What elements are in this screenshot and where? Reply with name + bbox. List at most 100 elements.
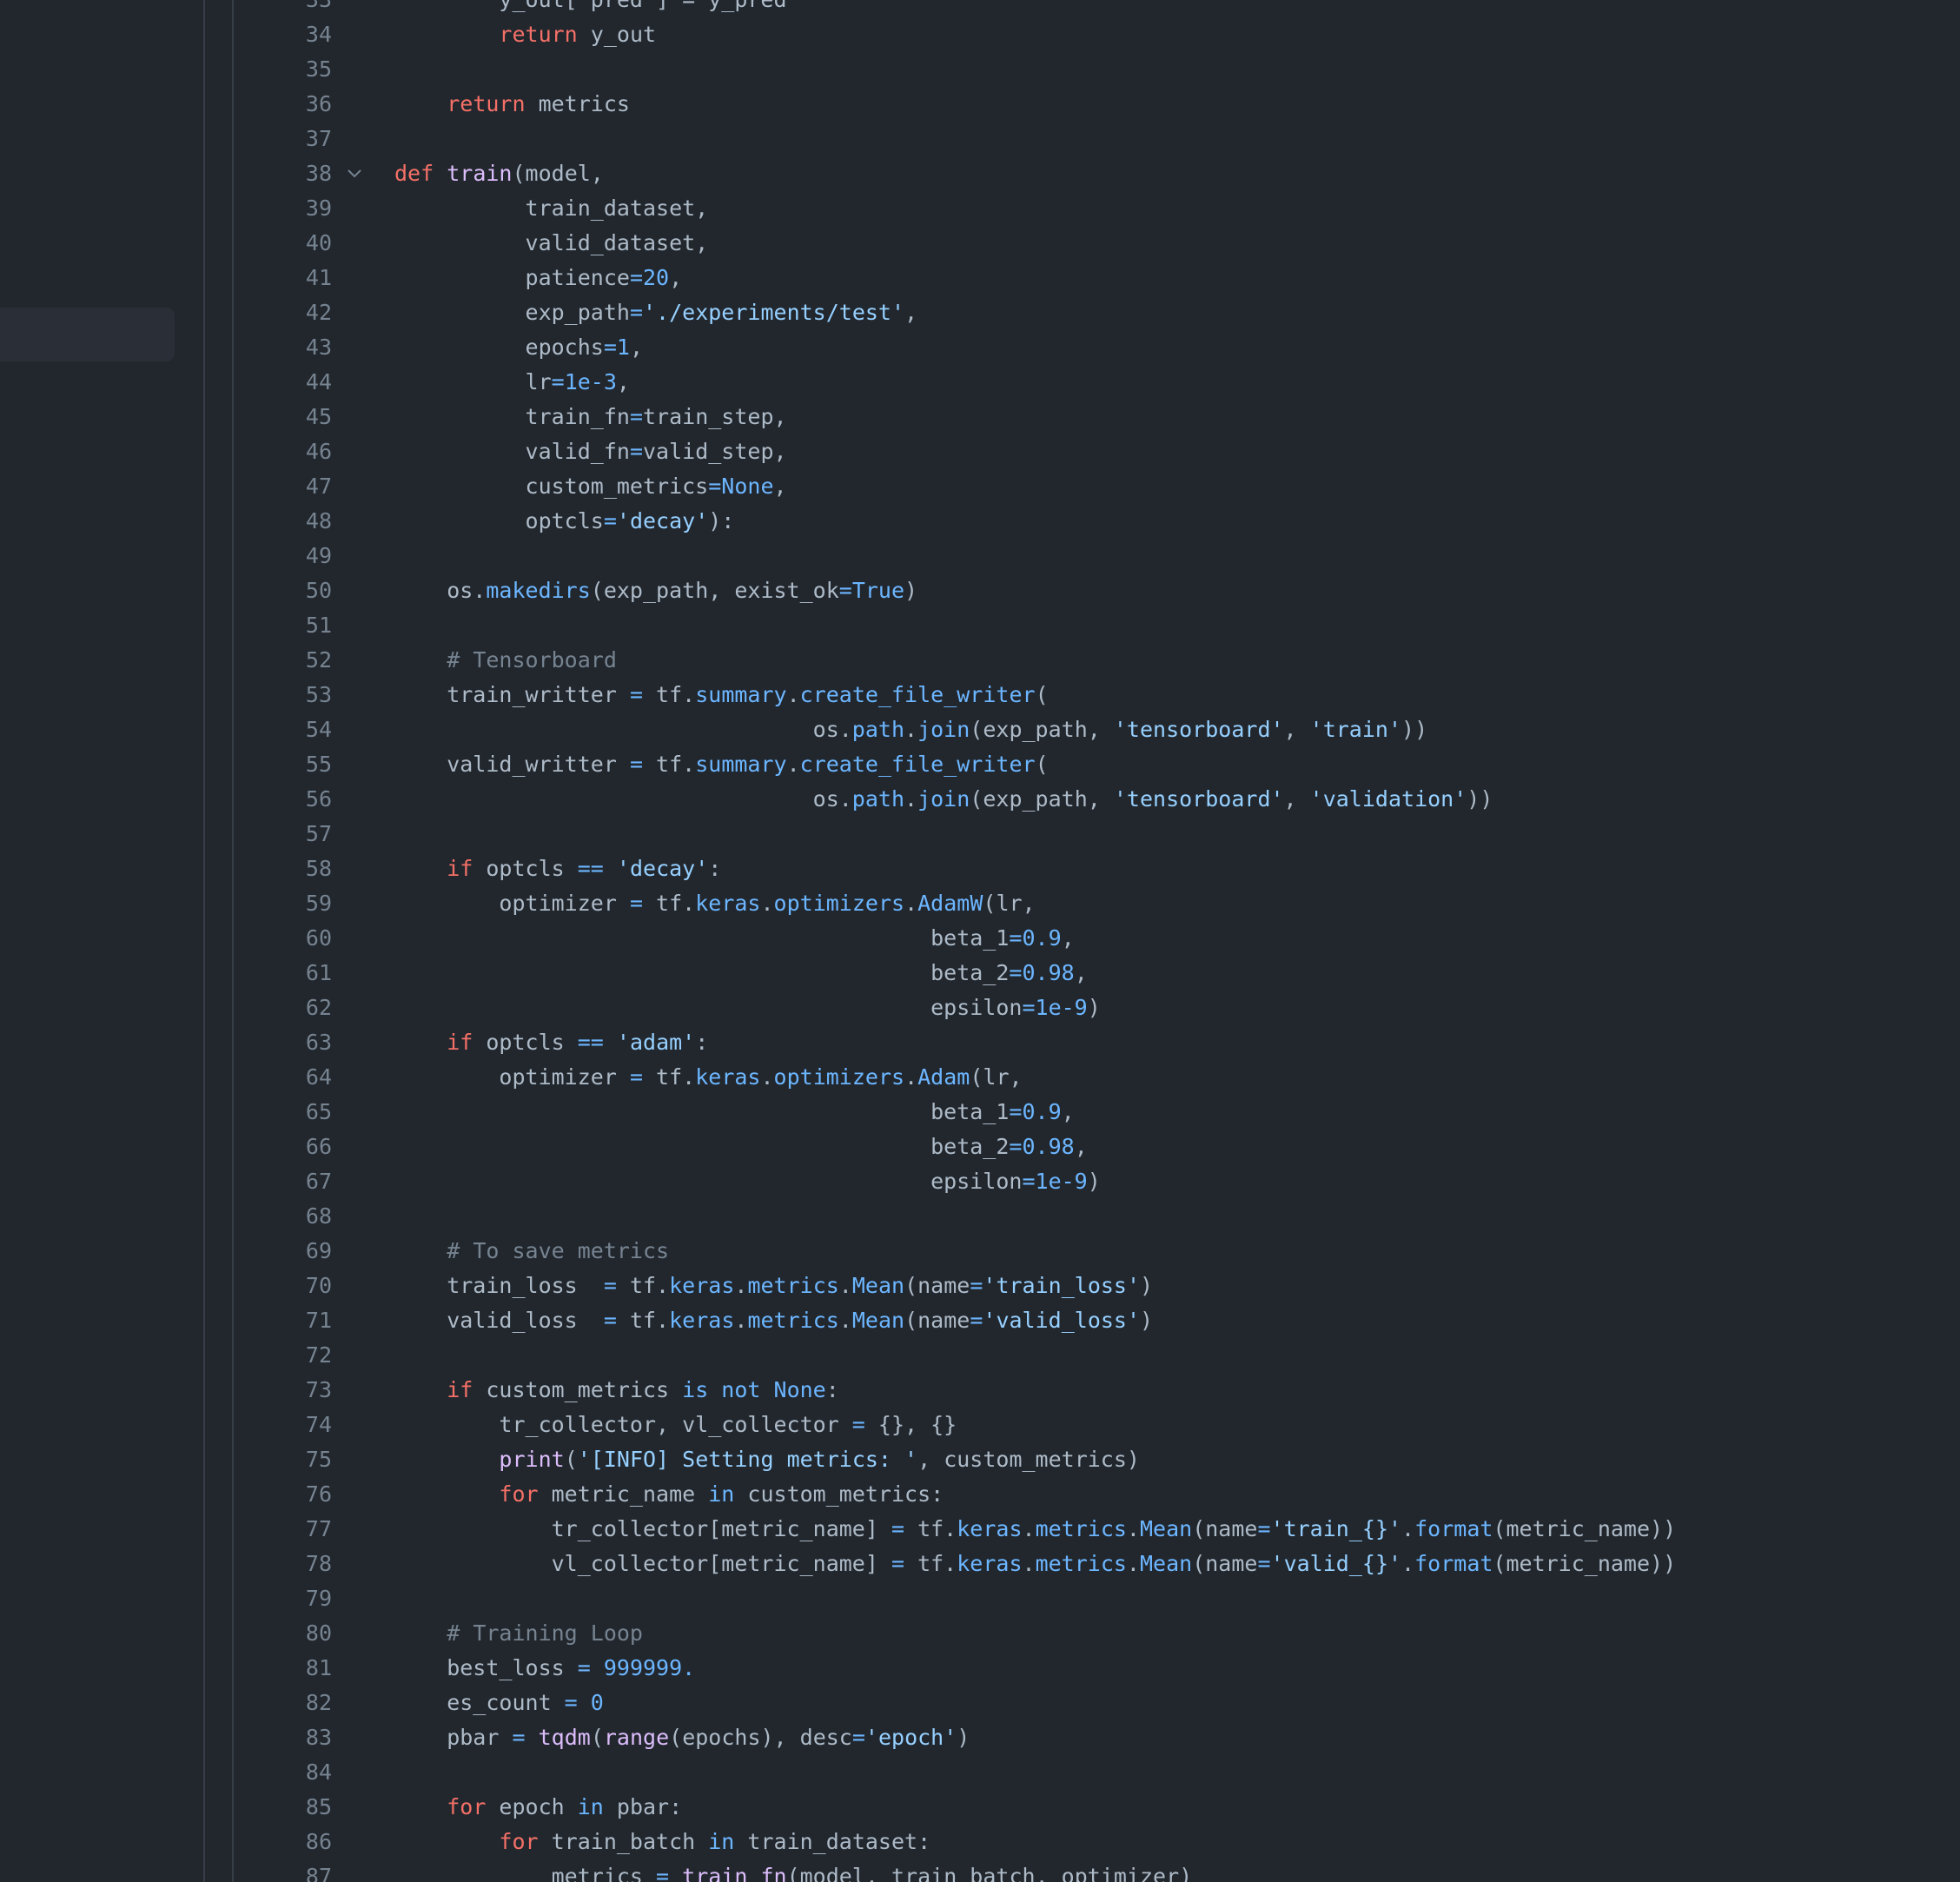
code-line[interactable]: 63 if optcls == 'adam': [0,1025,1960,1060]
code-token: = [1257,1516,1271,1541]
line-source: custom_metrics=None, [394,469,787,504]
code-token: exp_path [394,300,630,325]
code-line[interactable]: 79 [0,1581,1960,1616]
code-line[interactable]: 71 valid_loss = tf.keras.metrics.Mean(na… [0,1303,1960,1338]
code-line[interactable]: 45 train_fn=train_step, [0,400,1960,434]
line-source: valid_loss = tf.keras.metrics.Mean(name=… [394,1303,1153,1338]
code-line[interactable]: 66 beta_2=0.98, [0,1130,1960,1164]
line-source: os.path.join(exp_path, 'tensorboard', 't… [394,712,1427,747]
code-line[interactable]: 86 for train_batch in train_dataset: [0,1825,1960,1859]
code-token: None [721,474,774,499]
code-line[interactable]: 46 valid_fn=valid_step, [0,434,1960,469]
code-token: (name [904,1273,970,1298]
code-line[interactable]: 54 os.path.join(exp_path, 'tensorboard',… [0,712,1960,747]
line-source: valid_dataset, [394,226,709,261]
code-line[interactable]: 34 return y_out [0,17,1960,52]
code-token: train [447,161,513,186]
code-line[interactable]: 64 optimizer = tf.keras.optimizers.Adam(… [0,1060,1960,1095]
code-token: 0.9 [1022,925,1062,951]
code-line[interactable]: 65 beta_1=0.9, [0,1095,1960,1130]
code-line[interactable]: 75 print('[INFO] Setting metrics: ', cus… [0,1442,1960,1477]
code-line[interactable]: 78 vl_collector[metric_name] = tf.keras.… [0,1547,1960,1581]
code-line[interactable]: 50 os.makedirs(exp_path, exist_ok=True) [0,573,1960,608]
code-token: beta_2 [394,1134,1010,1159]
code-line[interactable]: 82 es_count = 0 [0,1686,1960,1720]
code-line[interactable]: 85 for epoch in pbar: [0,1790,1960,1825]
code-token: (epochs), desc [669,1725,852,1750]
code-line[interactable]: 74 tr_collector, vl_collector = {}, {} [0,1408,1960,1442]
code-line[interactable]: 80 # Training Loop [0,1616,1960,1651]
code-line[interactable]: 67 epsilon=1e-9) [0,1164,1960,1199]
code-token: optcls [473,856,578,881]
code-token: . [904,891,918,916]
line-number: 55 [305,752,332,777]
line-source: print('[INFO] Setting metrics: ', custom… [394,1442,1140,1477]
code-line[interactable]: 36 return metrics [0,87,1960,122]
code-line[interactable]: 55 valid_writter = tf.summary.create_fil… [0,747,1960,782]
code-token: optcls [394,508,604,533]
code-line[interactable]: 59 optimizer = tf.keras.optimizers.AdamW… [0,886,1960,921]
code-area[interactable]: 33 y_out['pred'] = y_pred34 return y_out… [0,0,1960,1882]
code-token: = [851,1412,865,1437]
code-token: = [603,1273,617,1298]
code-line[interactable]: 44 lr=1e-3, [0,365,1960,400]
line-number: 37 [305,126,332,151]
code-line[interactable]: 77 tr_collector[metric_name] = tf.keras.… [0,1512,1960,1547]
code-line[interactable]: 41 patience=20, [0,261,1960,295]
code-line[interactable]: 33 y_out['pred'] = y_pred [0,0,1960,17]
code-line[interactable]: 43 epochs=1, [0,330,1960,365]
line-number: 46 [305,439,332,464]
line-source: for train_batch in train_dataset: [394,1825,930,1859]
code-line[interactable]: 83 pbar = tqdm(range(epochs), desc='epoc… [0,1720,1960,1755]
code-line[interactable]: 56 os.path.join(exp_path, 'tensorboard',… [0,782,1960,817]
code-line[interactable]: 49 [0,539,1960,573]
fold-chevron-down-icon[interactable] [346,165,363,182]
code-line[interactable]: 87 metrics = train_fn(model, train_batch… [0,1859,1960,1882]
code-line[interactable]: 60 beta_1=0.9, [0,921,1960,956]
code-line[interactable]: 57 [0,817,1960,852]
code-line[interactable]: 53 train_writter = tf.summary.create_fil… [0,678,1960,712]
code-line[interactable]: 35 [0,52,1960,87]
code-line[interactable]: 48 optcls='decay'): [0,504,1960,539]
code-token: custom_metrics: [734,1481,944,1507]
line-number: 81 [305,1655,332,1680]
code-line[interactable]: 37 [0,122,1960,156]
code-token: valid_loss [394,1308,604,1333]
code-line[interactable]: 47 custom_metrics=None, [0,469,1960,504]
code-line[interactable]: 72 [0,1338,1960,1373]
code-line[interactable]: 58 if optcls == 'decay': [0,852,1960,886]
code-line[interactable]: 73 if custom_metrics is not None: [0,1373,1960,1408]
line-source: if custom_metrics is not None: [394,1373,839,1408]
code-token: tf. [643,1064,696,1090]
code-line[interactable]: 81 best_loss = 999999. [0,1651,1960,1686]
code-line[interactable]: 62 epsilon=1e-9) [0,991,1960,1025]
code-token: return [499,22,578,47]
line-number: 65 [305,1099,332,1124]
code-line[interactable]: 68 [0,1199,1960,1234]
code-token: Mean [1139,1516,1193,1541]
code-token: , [1283,717,1310,742]
code-token: (exp_path, [970,786,1114,812]
code-line[interactable]: 70 train_loss = tf.keras.metrics.Mean(na… [0,1269,1960,1303]
code-line[interactable]: 76 for metric_name in custom_metrics: [0,1477,1960,1512]
code-token: . [760,891,774,916]
code-token: ( [1035,682,1049,707]
code-line[interactable]: 38 def train(model, [0,156,1960,191]
code-token: patience [394,265,630,290]
code-line[interactable]: 61 beta_2=0.98, [0,956,1960,991]
code-line[interactable]: 69 # To save metrics [0,1234,1960,1269]
code-line[interactable]: 40 valid_dataset, [0,226,1960,261]
code-line[interactable]: 42 exp_path='./experiments/test', [0,295,1960,330]
code-token: True [851,578,905,603]
code-line[interactable]: 84 [0,1755,1960,1790]
code-token: y_out['pred'] = y_pred [394,0,786,12]
code-token: ( [1035,752,1049,777]
code-line[interactable]: 39 train_dataset, [0,191,1960,226]
code-line[interactable]: 51 [0,608,1960,643]
code-token: = [838,578,852,603]
code-line[interactable]: 52 # Tensorboard [0,643,1960,678]
code-token: makedirs [486,578,591,603]
